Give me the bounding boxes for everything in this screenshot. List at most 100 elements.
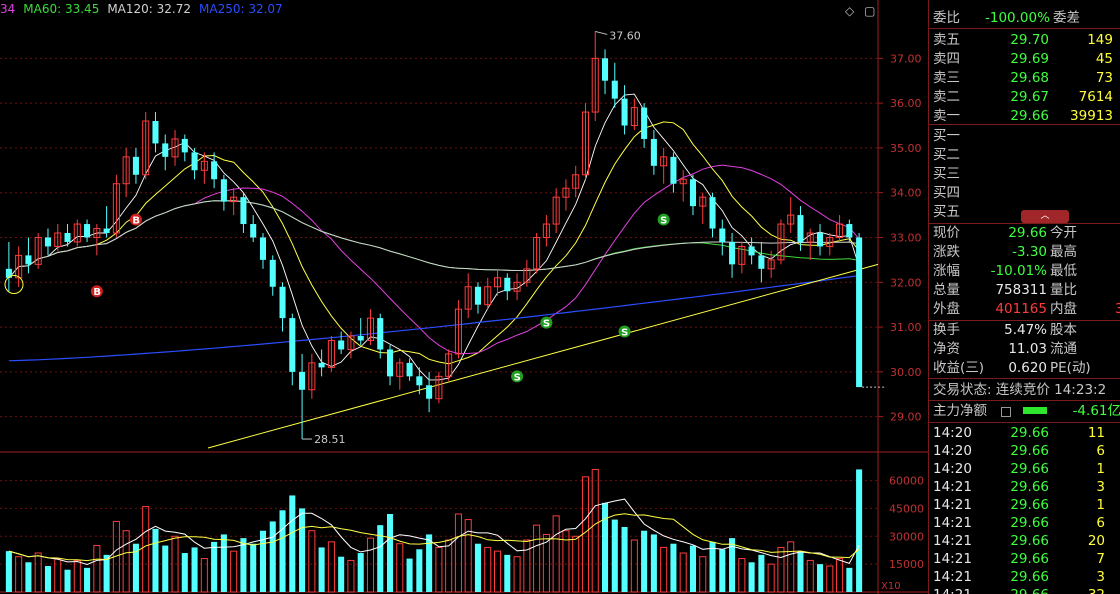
candle-body [250, 224, 257, 238]
tick-time: 14:21 [933, 569, 972, 585]
stat-value: 29.66 [1008, 225, 1047, 241]
candle-body [64, 233, 71, 242]
diamond-icon[interactable]: ◇ [845, 4, 854, 18]
ask-price: 29.68 [1010, 70, 1049, 86]
tick-price: 29.66 [1010, 551, 1049, 567]
volume-bar [93, 545, 101, 593]
candle-body [44, 237, 52, 247]
price-tick-label: 30.00 [890, 366, 922, 379]
candle-body [211, 161, 218, 180]
candle-body [689, 179, 697, 207]
ma-legend-item: 34 [0, 2, 16, 16]
volume-bar [493, 550, 502, 593]
ask-row[interactable]: 卖五 29.70 149 [929, 31, 1120, 49]
bid-row[interactable]: 买一 [929, 127, 1120, 145]
fundamental-label-2: 流通 [1050, 341, 1077, 357]
tick-time: 14:21 [933, 497, 972, 513]
kline-chart[interactable]: 37.00 36.00 35.00 34.00 33.00 32.00 31.00 30.00… [0, 0, 928, 594]
fundamental-row: 收益(三) 0.620 PE(动) [929, 359, 1120, 377]
volume-bar [591, 468, 599, 593]
tick-price: 29.66 [995, 586, 1049, 594]
ask-row[interactable]: 卖三 29.68 73 [929, 69, 1120, 87]
signal-label: S [621, 328, 628, 339]
candle-body [816, 233, 824, 247]
candle-body [406, 362, 413, 377]
fundamental-row: 换手 5.47% 股本 [929, 321, 1120, 339]
ask-price: 29.70 [1010, 32, 1049, 48]
volume-bar [797, 551, 804, 592]
ask-label: 卖五 [933, 32, 960, 48]
volume-bar [777, 546, 785, 593]
candle-body [377, 318, 384, 350]
candle-body [611, 80, 618, 99]
volume-bar [357, 553, 364, 592]
window-icon[interactable]: ▢ [864, 4, 875, 18]
stat-label-2: 最低 [1050, 263, 1077, 279]
main-flow-label: 主力净额 [933, 403, 987, 419]
tick-price: 29.66 [1010, 497, 1049, 513]
price-tick-label: 36.00 [890, 97, 922, 110]
volume-bar [240, 538, 247, 592]
ma-legend-item: MA120: 32.72 [107, 2, 192, 16]
ask-price: 29.67 [1010, 89, 1049, 105]
fundamental-row: 净资 11.03 流通 [929, 340, 1120, 358]
stat-value: 401165 [995, 301, 1047, 317]
tick-price: 29.66 [1010, 569, 1049, 585]
stat-value-2: 3 [1115, 300, 1120, 318]
bid-row[interactable]: 买三 [929, 165, 1120, 183]
tick-price: 29.66 [1010, 533, 1049, 549]
volume-tick-label: 45000 [889, 502, 924, 515]
volume-bar [689, 545, 697, 592]
stat-row: 总量 758311 量比 [929, 281, 1120, 299]
volume-bar [338, 556, 345, 592]
volume-bar [396, 543, 404, 593]
weicha-label: 委差 [1053, 10, 1080, 26]
tick-volume: 3 [1096, 569, 1105, 585]
high-pointer [595, 30, 608, 35]
tick-row: 14:21 29.66 3 [929, 568, 1120, 586]
volume-bar [142, 506, 150, 593]
price-tick-label: 35.00 [890, 142, 922, 155]
volume-bar [122, 530, 130, 593]
stat-row: 外盘 401165内盘 3 [929, 300, 1120, 318]
candle-body [621, 98, 628, 126]
tick-time: 14:20 [933, 425, 972, 441]
ask-volume: 73 [1095, 70, 1113, 86]
volume-bar [211, 541, 218, 592]
volume-bar [181, 553, 188, 592]
tick-volume: 6 [1096, 515, 1105, 531]
ask-label: 卖三 [933, 70, 960, 86]
list-icon[interactable] [1001, 407, 1011, 417]
candle-body [357, 336, 364, 341]
tick-volume: 32 [1055, 586, 1105, 594]
candle-body [289, 318, 296, 372]
ask-row[interactable]: 卖二 29.67 7614 [929, 88, 1120, 106]
stat-label-2: 量比 [1050, 282, 1077, 298]
stat-row: 涨幅 -10.01% 最低 [929, 262, 1120, 280]
ask-row[interactable]: 卖四 29.69 45 [929, 50, 1120, 68]
crosshair-icon [4, 275, 24, 295]
tick-price: 29.66 [1010, 425, 1049, 441]
candle-body [758, 255, 765, 269]
candle-body [709, 197, 716, 229]
bid-row[interactable]: 买二 [929, 146, 1120, 164]
bid-label: 买二 [933, 147, 960, 163]
expand-up-button[interactable]: ︿ [1021, 210, 1069, 223]
signal-label: S [514, 372, 521, 383]
kline-chart-area[interactable]: 37.00 36.00 35.00 34.00 33.00 32.00 31.00 30.00… [0, 0, 928, 594]
candle-body [601, 58, 609, 81]
volume-bar [299, 508, 306, 592]
trade-status-row: 交易状态: 连续竞价 14:23:2 [929, 381, 1120, 399]
fundamental-label-2: 股本 [1050, 322, 1077, 338]
volume-bar [806, 559, 814, 593]
candle-body [240, 197, 247, 225]
volume-bar [445, 539, 453, 593]
ask-row[interactable]: 卖一 29.66 39913 [929, 107, 1120, 125]
stat-value: -3.30 [1012, 244, 1047, 260]
volume-bar [660, 546, 668, 593]
volume-bar [552, 515, 560, 593]
bid-row[interactable]: 买四 [929, 184, 1120, 202]
volume-bar [220, 534, 227, 592]
fundamental-value: 5.47% [1004, 322, 1047, 338]
volume-bar [152, 528, 159, 592]
